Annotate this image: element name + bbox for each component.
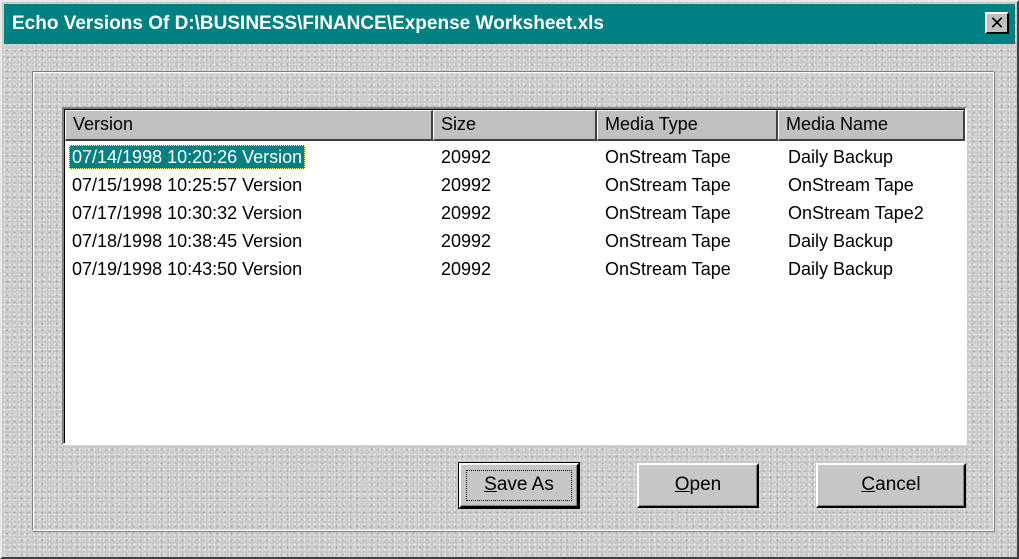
- column-header-media-name[interactable]: Media Name: [778, 110, 965, 141]
- media-name-cell: Daily Backup: [788, 147, 894, 167]
- save-as-label: Save As: [484, 474, 554, 495]
- echo-versions-dialog: Echo Versions Of D:\BUSINESS\FINANCE\Exp…: [0, 0, 1019, 559]
- list-item[interactable]: 07/17/1998 10:30:32 Version 20992 OnStre…: [65, 199, 965, 227]
- save-as-button[interactable]: Save As: [458, 462, 580, 509]
- list-item[interactable]: 07/14/1998 10:20:26 Version 20992 OnStre…: [65, 143, 965, 171]
- column-header-size[interactable]: Size: [433, 110, 597, 141]
- open-label: Open: [674, 474, 722, 495]
- media-type-cell: OnStream Tape: [605, 175, 731, 195]
- list-item[interactable]: 07/15/1998 10:25:57 Version 20992 OnStre…: [65, 171, 965, 199]
- versions-list[interactable]: Version Size Media Type Media Name 07/14…: [62, 107, 967, 445]
- size-cell: 20992: [441, 147, 492, 167]
- media-type-cell: OnStream Tape: [605, 203, 731, 223]
- media-type-cell: OnStream Tape: [605, 259, 731, 279]
- version-cell: 07/19/1998 10:43:50 Version: [72, 259, 303, 279]
- list-item[interactable]: 07/19/1998 10:43:50 Version 20992 OnStre…: [65, 255, 965, 283]
- title-bar[interactable]: Echo Versions Of D:\BUSINESS\FINANCE\Exp…: [4, 4, 1015, 44]
- size-cell: 20992: [441, 231, 492, 251]
- column-header-version[interactable]: Version: [65, 110, 433, 141]
- media-name-cell: Daily Backup: [788, 259, 894, 279]
- media-name-cell: OnStream Tape2: [788, 203, 924, 223]
- version-cell: 07/18/1998 10:38:45 Version: [72, 231, 303, 251]
- size-cell: 20992: [441, 203, 492, 223]
- media-name-cell: Daily Backup: [788, 231, 894, 251]
- list-item[interactable]: 07/18/1998 10:38:45 Version 20992 OnStre…: [65, 227, 965, 255]
- column-header-media-type[interactable]: Media Type: [597, 110, 778, 141]
- version-cell: 07/15/1998 10:25:57 Version: [72, 175, 303, 195]
- media-type-cell: OnStream Tape: [605, 147, 731, 167]
- window-title: Echo Versions Of D:\BUSINESS\FINANCE\Exp…: [12, 13, 604, 34]
- open-button[interactable]: Open: [637, 463, 759, 508]
- list-header: Version Size Media Type Media Name: [65, 110, 965, 141]
- close-icon[interactable]: ✕: [985, 12, 1009, 34]
- cancel-button[interactable]: Cancel: [816, 463, 966, 508]
- media-name-cell: OnStream Tape: [788, 175, 914, 195]
- version-cell: 07/14/1998 10:20:26 Version: [69, 145, 306, 169]
- version-cell: 07/17/1998 10:30:32 Version: [72, 203, 303, 223]
- media-type-cell: OnStream Tape: [605, 231, 731, 251]
- cancel-label: Cancel: [861, 474, 921, 495]
- size-cell: 20992: [441, 259, 492, 279]
- size-cell: 20992: [441, 175, 492, 195]
